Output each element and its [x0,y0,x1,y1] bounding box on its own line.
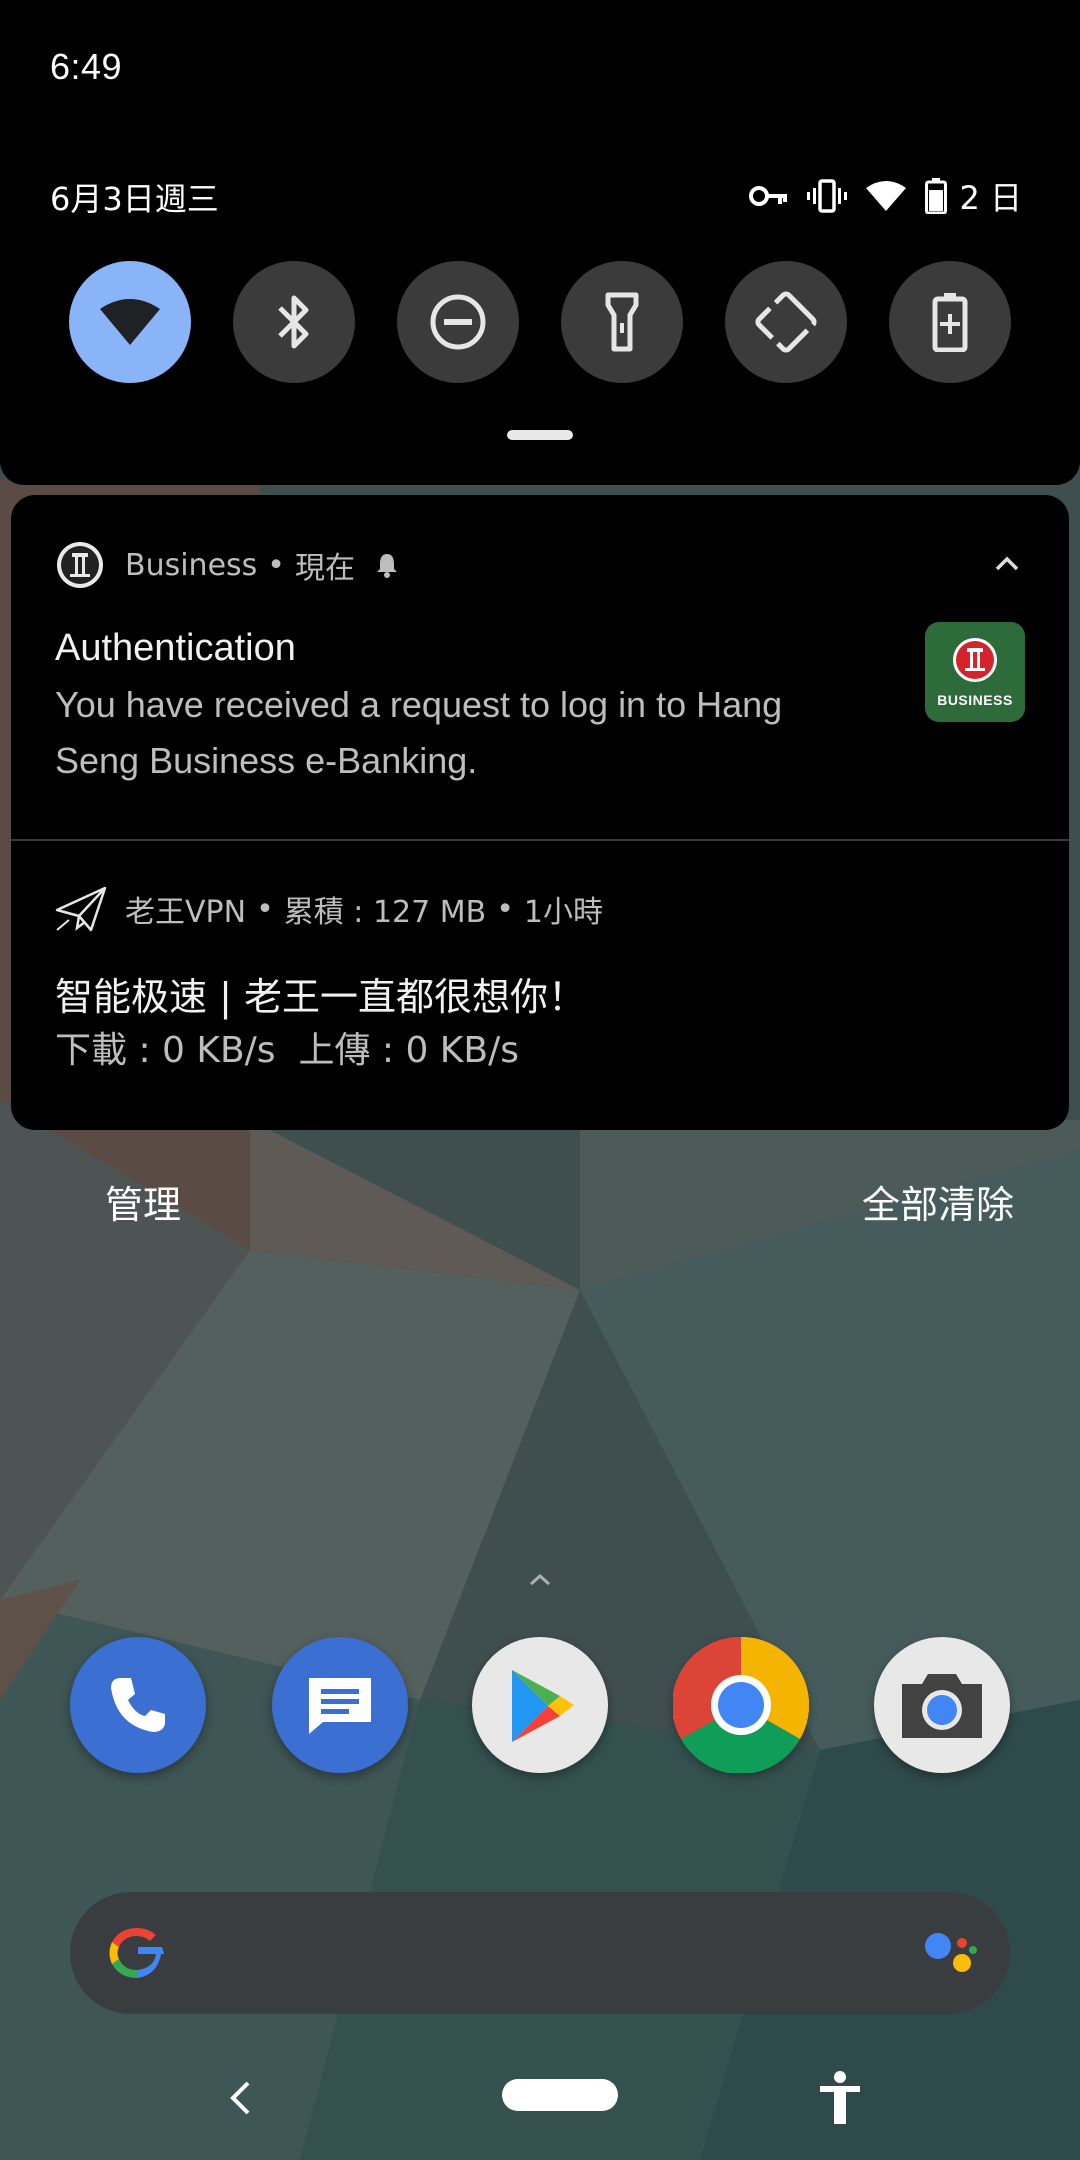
nav-back-button[interactable] [215,2073,265,2123]
status-time: 6:49 [50,46,123,87]
chrome-icon [673,1637,809,1773]
google-g-icon [109,1928,164,1978]
back-icon [230,2081,250,2115]
dock-messages[interactable] [272,1637,408,1773]
qs-tile-dnd[interactable] [397,261,519,383]
notification-time: 1小時 [523,895,604,930]
phone-icon [111,1678,165,1732]
hang-seng-logo-icon [953,638,997,682]
messages-icon [309,1678,371,1734]
wifi-icon [100,299,160,345]
nav-accessibility-button[interactable] [812,2070,868,2126]
quick-settings-shade: 6:49 6月3日週三 2 日 [0,0,1080,485]
notification-panel: Business • 現在 Authentication You have re… [11,495,1069,1130]
large-icon-label: BUSINESS [937,692,1013,708]
rotate-icon [755,291,817,353]
shade-drag-handle[interactable] [507,430,573,440]
dnd-icon [430,294,486,350]
notification-body: You have received a request to log in to… [55,677,782,789]
wifi-icon [866,181,907,211]
separator-dot: • [496,891,514,927]
dock-phone[interactable] [70,1637,206,1773]
clear-all-button[interactable]: 全部清除 [862,1174,1014,1229]
manage-button[interactable]: 管理 [105,1174,181,1229]
nav-home-pill[interactable] [502,2079,618,2111]
app-drawer-caret-icon[interactable] [528,1573,552,1587]
notification-header: Business • 現在 [55,540,401,590]
notification-title: 智能极速 | 老王一直都很想你！ [55,975,586,1019]
separator-dot: • [267,547,285,583]
notification-body: 下載 : 0 KB/s 上傳 : 0 KB/s [55,1030,519,1071]
paper-plane-icon [55,886,107,932]
hang-seng-small-icon [57,542,103,588]
vibrate-icon [807,179,848,213]
notification-title: Authentication [55,627,296,669]
dock-camera[interactable] [874,1637,1010,1773]
camera-icon [902,1674,982,1738]
collapse-chevron-icon[interactable] [993,554,1021,574]
bluetooth-icon [278,295,309,349]
notification-business[interactable]: Business • 現在 Authentication You have re… [11,495,1069,839]
notification-app-name: 老王VPN [125,895,247,930]
google-search-bar[interactable] [70,1892,1010,2014]
dock-chrome[interactable] [673,1637,809,1773]
notification-app-name: Business [125,547,258,583]
notification-body-line-1: You have received a request to log in to… [55,684,783,725]
qs-tile-bluetooth[interactable] [233,261,355,383]
battery-text: 2 日 [959,179,1022,217]
vpn-key-icon [749,186,788,206]
status-date[interactable]: 6月3日週三 [50,174,219,220]
separator-dot: • [256,891,274,927]
battery-icon [925,178,948,214]
dock-play-store[interactable] [472,1637,608,1773]
notification-extra: 累積 : 127 MB [283,895,487,930]
qs-tile-battery-saver[interactable] [889,261,1011,383]
notification-time: 現在 [295,551,355,586]
qs-tile-flashlight[interactable] [561,261,683,383]
alert-bell-icon [377,554,397,578]
play-store-icon [512,1670,574,1742]
notification-body-line-2: Seng Business e-Banking. [55,740,478,781]
accessibility-icon [820,2071,860,2124]
status-icons: 2 日 [749,172,1022,220]
battery-saver-icon [932,293,968,352]
qs-tile-wifi[interactable] [69,261,191,383]
notification-vpn[interactable]: 老王VPN • 累積 : 127 MB • 1小時 智能极速 | 老王一直都很想… [11,841,1069,1130]
qs-tile-auto-rotate[interactable] [725,261,847,383]
hang-seng-business-large-icon: BUSINESS [925,622,1025,722]
google-assistant-icon[interactable] [918,1920,984,1986]
notification-header: 老王VPN • 累積 : 127 MB • 1小時 [55,886,603,932]
flashlight-icon [605,292,639,352]
